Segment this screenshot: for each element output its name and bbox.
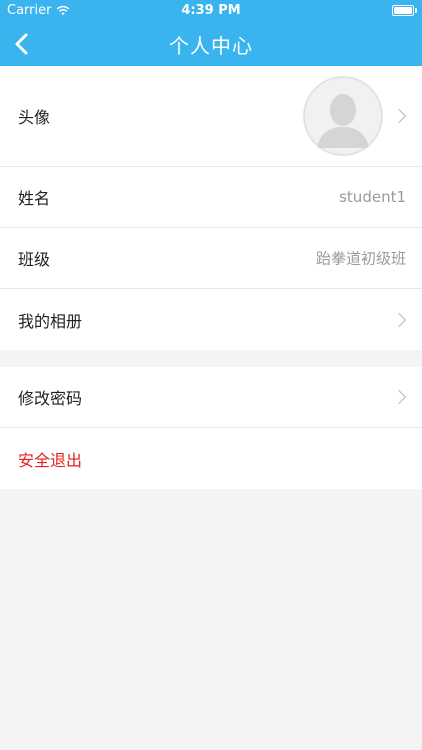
- nav-bar: 个人中心: [0, 22, 422, 66]
- logout-row[interactable]: 安全退出: [0, 428, 422, 489]
- class-value: 跆拳道初级班: [315, 249, 406, 268]
- class-label: 班级: [18, 250, 51, 269]
- chevron-right-icon: [391, 312, 407, 327]
- name-value: student1: [339, 188, 406, 206]
- name-label: 姓名: [18, 189, 51, 208]
- status-bar: Carrier 4:39 PM: [0, 0, 422, 22]
- change-password-row[interactable]: 修改密码: [0, 367, 422, 428]
- album-row[interactable]: 我的相册: [0, 289, 422, 350]
- header: Carrier 4:39 PM 个人中心: [0, 0, 422, 66]
- logout-label: 安全退出: [18, 450, 83, 470]
- avatar: [303, 76, 383, 156]
- class-row: 班级 跆拳道初级班: [0, 228, 422, 289]
- album-label: 我的相册: [18, 311, 83, 331]
- account-group: 修改密码 安全退出: [0, 367, 422, 489]
- chevron-right-icon: [391, 389, 407, 405]
- chevron-right-icon: [391, 108, 407, 124]
- change-password-label: 修改密码: [18, 389, 83, 408]
- avatar-label: 头像: [18, 108, 51, 127]
- status-time: 4:39 PM: [181, 3, 241, 18]
- page-title: 个人中心: [169, 34, 253, 58]
- avatar-row[interactable]: 头像: [0, 66, 422, 167]
- default-avatar-icon: [303, 76, 383, 156]
- battery-icon: [392, 5, 414, 16]
- battery-tip: [415, 8, 417, 13]
- profile-group: 头像 姓名 student1 班级 跆拳道初级班 我的相册: [0, 66, 422, 350]
- name-row: 姓名 student1: [0, 167, 422, 228]
